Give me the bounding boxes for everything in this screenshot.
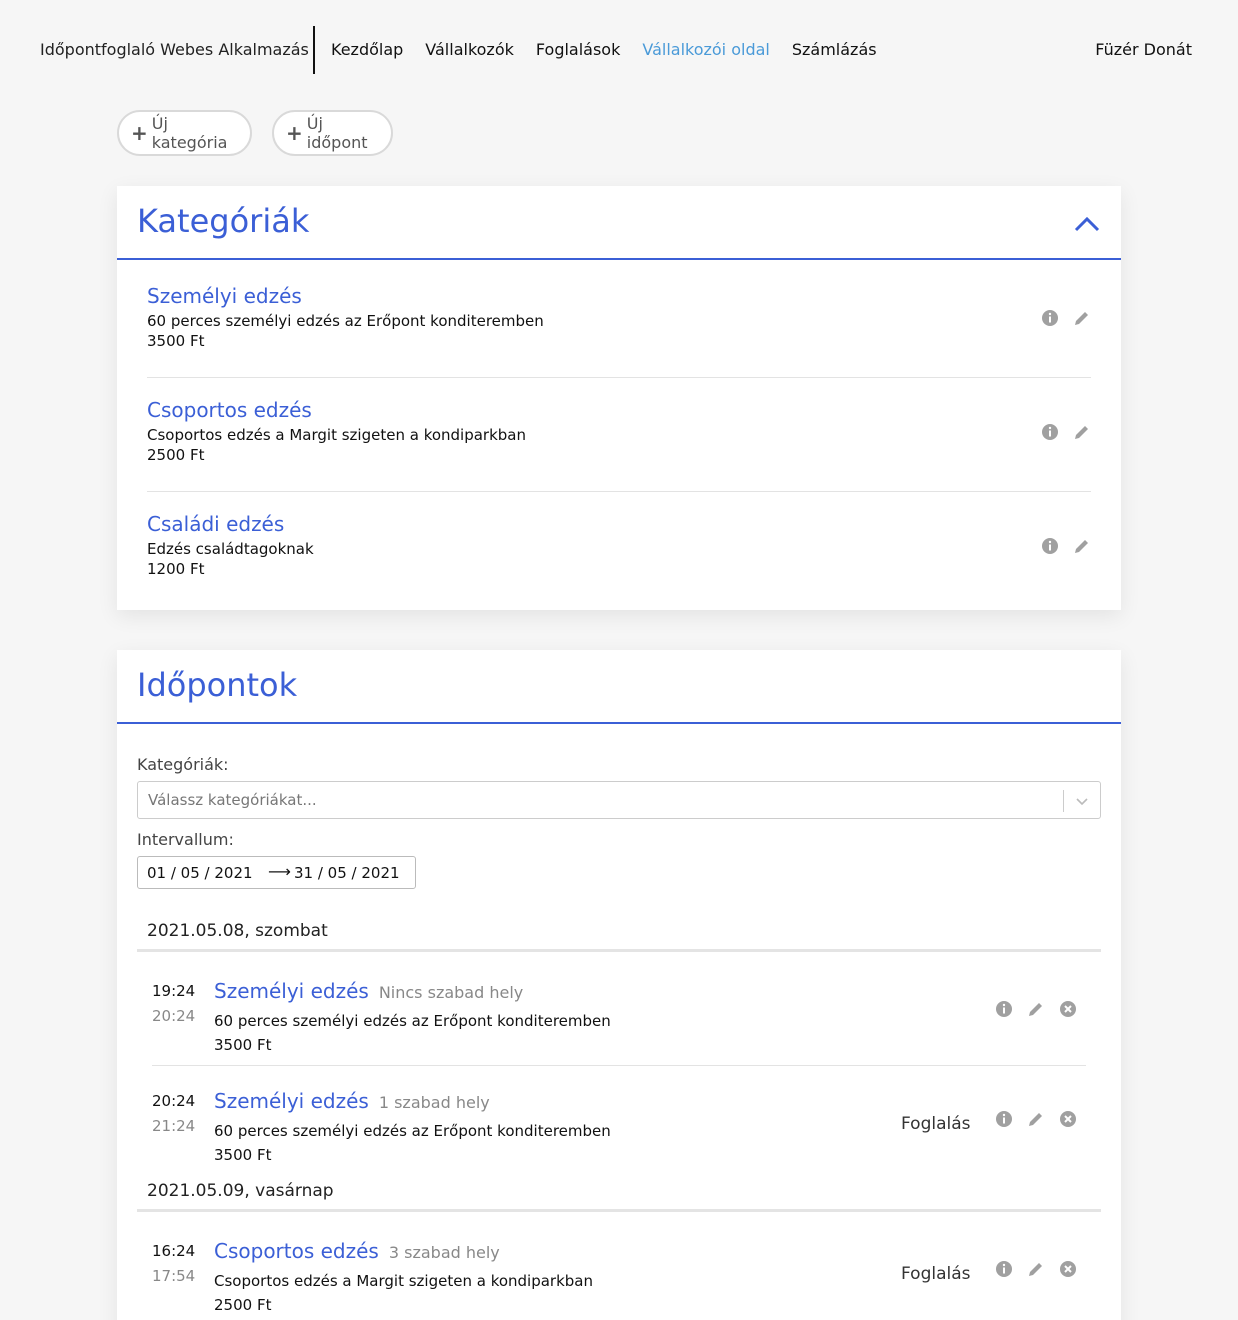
delete-icon[interactable] bbox=[1059, 1260, 1077, 1278]
slot-description: 60 perces személyi edzés az Erőpont kond… bbox=[214, 1122, 611, 1140]
category-price: 2500 Ft bbox=[147, 446, 205, 464]
slot-item: 19:24 20:24 Személyi edzés Nincs szabad h… bbox=[152, 974, 1086, 1074]
pencil-icon[interactable] bbox=[1073, 537, 1091, 555]
top-navbar: Időpontfoglaló Webes Alkalmazás Kezdőlap… bbox=[0, 26, 1238, 74]
slot-availability: Nincs szabad hely bbox=[378, 983, 524, 1002]
pencil-icon[interactable] bbox=[1073, 309, 1091, 327]
date-range-picker[interactable]: 01 / 05 / 2021 ⟶ 31 / 05 / 2021 bbox=[137, 856, 416, 889]
category-title[interactable]: Családi edzés bbox=[147, 512, 1091, 536]
category-filter-placeholder: Válassz kategóriákat... bbox=[148, 791, 317, 809]
divider bbox=[147, 491, 1091, 492]
chevron-up-icon[interactable] bbox=[1073, 210, 1101, 238]
slot-title[interactable]: Személyi edzés bbox=[214, 979, 369, 1003]
slot-end-time: 20:24 bbox=[152, 1007, 196, 1025]
slot-title[interactable]: Személyi edzés bbox=[214, 1089, 369, 1113]
slot-description: Csoportos edzés a Margit szigeten a kond… bbox=[214, 1272, 594, 1290]
categories-card: Kategóriák Személyi edzés 60 perces szem… bbox=[117, 186, 1121, 610]
category-item: Családi edzés Edzés családtagoknak 1200 … bbox=[147, 512, 1091, 578]
slot-title-line: Személyi edzés Nincs szabad hely bbox=[214, 979, 523, 1003]
plus-icon: + bbox=[131, 121, 148, 145]
category-actions bbox=[1041, 309, 1091, 327]
chevron-down-icon[interactable] bbox=[1074, 793, 1090, 809]
divider bbox=[152, 1065, 1086, 1066]
nav-link-bookings[interactable]: Foglalások bbox=[536, 40, 620, 59]
interval-label: Intervallum: bbox=[137, 830, 234, 849]
new-category-label: Új kategória bbox=[151, 114, 228, 152]
category-price: 1200 Ft bbox=[147, 560, 205, 578]
categories-title: Kategóriák bbox=[137, 202, 310, 240]
nav-link-businesses[interactable]: Vállalkozók bbox=[425, 40, 514, 59]
slot-title-line: Személyi edzés 1 szabad hely bbox=[214, 1089, 490, 1113]
plus-icon: + bbox=[286, 121, 303, 145]
category-description: Csoportos edzés a Margit szigeten a kond… bbox=[147, 426, 527, 444]
slot-start-time: 19:24 bbox=[152, 982, 196, 1000]
slot-item: 20:24 21:24 Személyi edzés 1 szabad hely … bbox=[152, 1084, 1086, 1184]
slots-card: Időpontok Kategóriák: Válassz kategóriák… bbox=[117, 650, 1121, 1320]
nav-link-home[interactable]: Kezdőlap bbox=[331, 40, 403, 59]
date-range-start[interactable]: 01 / 05 / 2021 bbox=[147, 864, 253, 882]
pencil-icon[interactable] bbox=[1027, 1000, 1045, 1018]
category-actions bbox=[1041, 537, 1091, 555]
info-icon[interactable] bbox=[1041, 537, 1059, 555]
slot-title-line: Csoportos edzés 3 szabad hely bbox=[214, 1239, 500, 1263]
slot-title[interactable]: Csoportos edzés bbox=[214, 1239, 379, 1263]
day-label: 2021.05.09, vasárnap bbox=[147, 1181, 334, 1201]
nav-links: Kezdőlap Vállalkozók Foglalások Vállalko… bbox=[331, 40, 877, 59]
category-actions bbox=[1041, 423, 1091, 441]
category-item: Csoportos edzés Csoportos edzés a Margit… bbox=[147, 398, 1091, 464]
slot-actions bbox=[995, 1260, 1077, 1278]
nav-link-billing[interactable]: Számlázás bbox=[792, 40, 877, 59]
app-brand[interactable]: Időpontfoglaló Webes Alkalmazás bbox=[40, 40, 309, 59]
category-filter-label: Kategóriák: bbox=[137, 755, 229, 774]
slot-end-time: 21:24 bbox=[152, 1117, 196, 1135]
slot-actions bbox=[995, 1000, 1077, 1018]
pencil-icon[interactable] bbox=[1027, 1110, 1045, 1128]
info-icon[interactable] bbox=[995, 1110, 1013, 1128]
category-price: 3500 Ft bbox=[147, 332, 205, 350]
slot-price: 3500 Ft bbox=[214, 1036, 272, 1054]
book-button[interactable]: Foglalás bbox=[901, 1264, 971, 1284]
arrow-right-icon: ⟶ bbox=[268, 862, 291, 881]
category-filter-select[interactable]: Válassz kategóriákat... bbox=[137, 781, 1101, 819]
date-range-end[interactable]: 31 / 05 / 2021 bbox=[294, 864, 400, 882]
user-menu[interactable]: Füzér Donát bbox=[1095, 40, 1192, 59]
slots-header: Időpontok bbox=[117, 650, 1121, 724]
category-description: Edzés családtagoknak bbox=[147, 540, 314, 558]
categories-header: Kategóriák bbox=[117, 186, 1121, 260]
day-header: 2021.05.08, szombat bbox=[137, 914, 1101, 952]
nav-link-business-page[interactable]: Vállalkozói oldal bbox=[642, 40, 770, 59]
slot-end-time: 17:54 bbox=[152, 1267, 196, 1285]
new-category-button[interactable]: + Új kategória bbox=[117, 110, 252, 156]
day-label: 2021.05.08, szombat bbox=[147, 921, 328, 941]
delete-icon[interactable] bbox=[1059, 1000, 1077, 1018]
new-slot-label: Új időpont bbox=[306, 114, 368, 152]
slot-price: 3500 Ft bbox=[214, 1146, 272, 1164]
category-title[interactable]: Csoportos edzés bbox=[147, 398, 1091, 422]
info-icon[interactable] bbox=[1041, 423, 1059, 441]
category-title[interactable]: Személyi edzés bbox=[147, 284, 1091, 308]
book-button[interactable]: Foglalás bbox=[901, 1114, 971, 1134]
nav-divider bbox=[313, 26, 315, 74]
slot-actions bbox=[995, 1110, 1077, 1128]
slot-availability: 3 szabad hely bbox=[388, 1243, 500, 1262]
slots-title: Időpontok bbox=[137, 666, 298, 704]
divider bbox=[147, 377, 1091, 378]
category-item: Személyi edzés 60 perces személyi edzés … bbox=[147, 284, 1091, 350]
slot-availability: 1 szabad hely bbox=[378, 1093, 490, 1112]
slot-price: 2500 Ft bbox=[214, 1296, 272, 1314]
slot-description: 60 perces személyi edzés az Erőpont kond… bbox=[214, 1012, 611, 1030]
pencil-icon[interactable] bbox=[1073, 423, 1091, 441]
info-icon[interactable] bbox=[995, 1000, 1013, 1018]
pencil-icon[interactable] bbox=[1027, 1260, 1045, 1278]
info-icon[interactable] bbox=[1041, 309, 1059, 327]
info-icon[interactable] bbox=[995, 1260, 1013, 1278]
slot-start-time: 16:24 bbox=[152, 1242, 196, 1260]
slot-start-time: 20:24 bbox=[152, 1092, 196, 1110]
new-slot-button[interactable]: + Új időpont bbox=[272, 110, 393, 156]
category-description: 60 perces személyi edzés az Erőpont kond… bbox=[147, 312, 544, 330]
slot-item: 16:24 17:54 Csoportos edzés 3 szabad hely… bbox=[152, 1234, 1086, 1320]
delete-icon[interactable] bbox=[1059, 1110, 1077, 1128]
select-separator bbox=[1063, 790, 1064, 812]
day-header: 2021.05.09, vasárnap bbox=[137, 1174, 1101, 1212]
